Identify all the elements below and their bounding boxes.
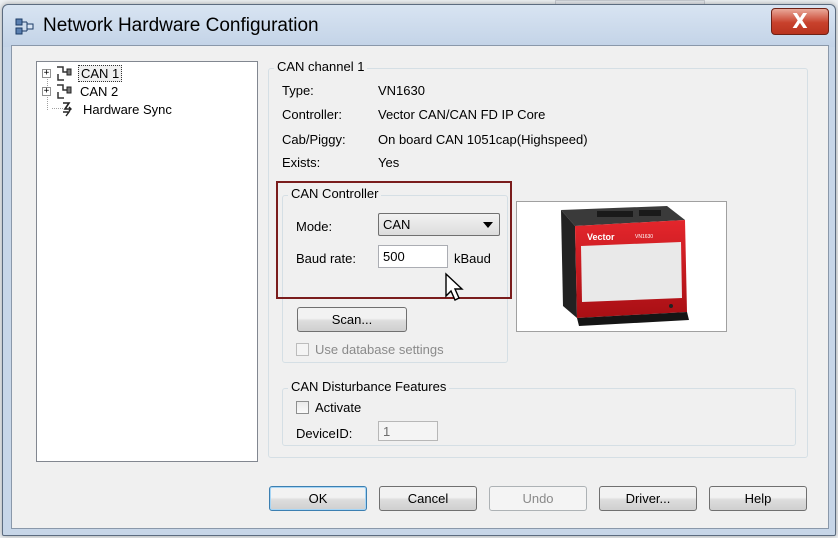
tree-item-hardware-sync[interactable]: Hardware Sync [57, 100, 174, 118]
help-button[interactable]: Help [709, 486, 807, 511]
type-value: VN1630 [378, 83, 425, 98]
tree-item-label: Hardware Sync [83, 101, 172, 117]
tree-item-can2[interactable]: + CAN 2 [42, 82, 120, 100]
network-hardware-dialog: Network Hardware Configuration X + CAN 1… [2, 4, 836, 536]
cab-piggy-value: On board CAN 1051cap(Highspeed) [378, 132, 588, 147]
dialog-client-area: + CAN 1 + CAN 2 Hardware Sync CAN channe… [11, 45, 829, 529]
close-icon: X [792, 9, 808, 33]
disturbance-title: CAN Disturbance Features [288, 379, 450, 394]
mouse-cursor-icon [445, 272, 464, 301]
tree-item-label: CAN 2 [80, 83, 119, 99]
device-brand-text: Vector [587, 232, 615, 242]
controller-value: Vector CAN/CAN FD IP Core [378, 107, 546, 122]
expand-icon[interactable]: + [42, 68, 51, 78]
can-controller-highlight [276, 181, 512, 299]
tree-item-can1[interactable]: + CAN 1 [42, 64, 123, 82]
device-model-text: VN1630 [635, 234, 653, 240]
cab-piggy-label: Cab/Piggy: [282, 132, 346, 147]
network-config-icon [15, 18, 34, 35]
use-database-label: Use database settings [315, 342, 444, 357]
can-channel-icon [57, 84, 72, 99]
device-id-label: DeviceID: [296, 426, 353, 441]
scan-button[interactable]: Scan... [297, 307, 407, 332]
disturbance-group [282, 388, 796, 446]
activate-label: Activate [315, 400, 362, 415]
hardware-sync-icon [63, 102, 72, 117]
hardware-tree[interactable]: + CAN 1 + CAN 2 Hardware Sync [36, 61, 258, 462]
cancel-button[interactable]: Cancel [379, 486, 477, 511]
tree-item-label: CAN 1 [78, 64, 123, 82]
can-channel-icon [57, 66, 72, 81]
device-image: Vector VN1630 [516, 201, 727, 332]
ok-button[interactable]: OK [269, 486, 367, 511]
use-database-checkbox[interactable] [296, 343, 309, 356]
device-id-input[interactable]: 1 [378, 421, 438, 441]
title-bar[interactable]: Network Hardware Configuration X [3, 5, 835, 47]
can-channel-title: CAN channel 1 [274, 59, 368, 74]
vn1630-device-picture: Vector VN1630 [561, 206, 689, 326]
close-button[interactable]: X [771, 8, 829, 35]
driver-button[interactable]: Driver... [599, 486, 697, 511]
exists-value: Yes [378, 155, 400, 170]
undo-button[interactable]: Undo [489, 486, 587, 511]
activate-checkbox[interactable] [296, 401, 309, 414]
window-title: Network Hardware Configuration [43, 15, 319, 36]
expand-icon[interactable]: + [42, 86, 51, 96]
exists-label: Exists: [282, 155, 321, 170]
type-label: Type: [282, 83, 314, 98]
controller-label: Controller: [282, 107, 342, 122]
